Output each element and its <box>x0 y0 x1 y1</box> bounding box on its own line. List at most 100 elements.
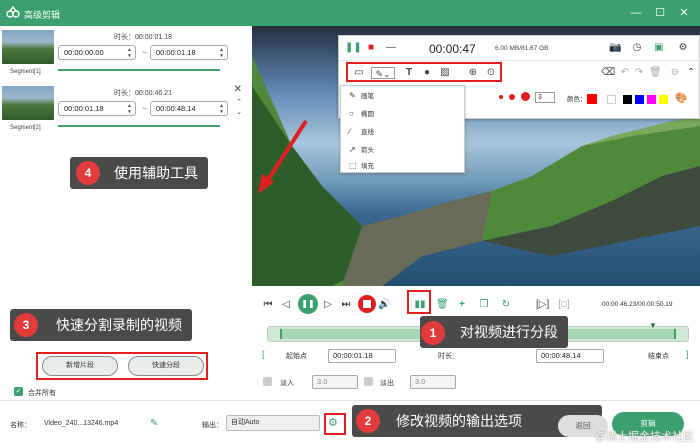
menu-item-ellipse[interactable]: ○ 椭圆 <box>349 108 374 118</box>
copy-icon[interactable]: ❐ <box>478 299 490 311</box>
annotation-number-1: 1 <box>421 321 445 345</box>
stepper-icon[interactable]: ▲ ▼ <box>127 103 132 115</box>
maximize-button[interactable]: ☐ <box>652 5 668 21</box>
menu-item-pen[interactable]: ✎ 画笔 <box>349 90 374 100</box>
volume-icon[interactable]: 🔊 <box>378 299 390 311</box>
menu-item-fill[interactable]: ⬚ 填充 <box>349 160 374 170</box>
segment-item[interactable]: Segment[2] 时长：00:00:46.21 00:00:01.18 ▲ ▼ … <box>0 84 252 140</box>
start-bracket-icon: [ <box>262 349 265 359</box>
fade-in-input[interactable]: 3.0 <box>312 375 358 389</box>
annotation-highlight-tools <box>346 62 502 82</box>
pause-button[interactable]: ❚❚ <box>298 294 318 314</box>
stop-button[interactable] <box>358 295 376 313</box>
clock-icon[interactable]: ◷ <box>631 42 643 54</box>
color-swatch[interactable] <box>623 95 632 104</box>
playhead-icon[interactable]: ▼ <box>649 321 657 330</box>
close-button[interactable]: ✕ <box>676 5 692 21</box>
duration-input[interactable]: 00:00:48.14 <box>536 349 604 363</box>
fade-in-label: 淡入 <box>280 380 294 387</box>
fade-in-checkbox[interactable] <box>263 377 272 386</box>
move-down-icon[interactable]: ⌄ <box>236 108 242 116</box>
title-bar: 高级剪辑 — ☐ ✕ <box>0 0 700 26</box>
end-bracket-icon: ] <box>686 349 689 359</box>
segment-end-input[interactable]: 00:00:48.14 ▲ ▼ <box>150 101 228 116</box>
delete-icon[interactable]: 🗑 <box>649 67 662 79</box>
end-point-label[interactable]: 结束点 <box>648 351 669 361</box>
menu-item-line[interactable]: ∕ 直线 <box>349 126 374 136</box>
pause-icon[interactable]: ❚❚ <box>345 42 362 54</box>
expand-icon[interactable]: ⌃ <box>685 67 697 79</box>
toolbox-icon[interactable]: ▣ <box>653 42 665 54</box>
camera-icon[interactable]: 📷 <box>609 42 621 54</box>
move-up-icon[interactable]: ⌃ <box>236 98 242 106</box>
draw-tool-menu: ✎ 画笔 ○ 椭圆 ∕ 直线 ↗ 箭头 ⬚ 填充 <box>340 85 465 173</box>
start-point-input[interactable]: 00:00:01.18 <box>328 349 396 363</box>
stepper-icon[interactable]: ▲ ▼ <box>219 47 224 59</box>
segment-start-input[interactable]: 00:00:00.00 ▲ ▼ <box>58 45 136 60</box>
color-swatch[interactable] <box>659 95 668 104</box>
divider <box>339 60 700 61</box>
merge-all-checkbox[interactable]: ✓ <box>14 387 23 396</box>
menu-item-arrow[interactable]: ↗ 箭头 <box>349 144 374 154</box>
output-settings-highlight <box>324 413 346 435</box>
undo-icon[interactable]: ↶ <box>619 67 631 79</box>
step-forward-icon[interactable]: ▷ <box>322 299 334 311</box>
record-timer: 00:00:47 <box>429 42 476 56</box>
color-swatch[interactable] <box>635 95 644 104</box>
segment-item[interactable]: Segment[1] 时长：00:00:01.18 00:00:00.00 ▲ ▼ … <box>0 28 252 84</box>
palette-icon[interactable]: 🎨 <box>675 93 687 105</box>
playback-time: 00:00:46.23/00:00:50.19 <box>602 301 673 308</box>
size-dot-medium-icon[interactable] <box>509 94 515 100</box>
step-back-icon[interactable]: ◁ <box>280 299 292 311</box>
color-swatch[interactable] <box>647 95 656 104</box>
segment-thumbnail <box>2 30 54 64</box>
skip-start-icon[interactable]: ⏮ <box>262 299 274 311</box>
color-swatch[interactable] <box>607 95 616 104</box>
segment-progress <box>58 69 220 71</box>
minimize-toolbar-icon[interactable]: — <box>385 42 397 54</box>
segment-duration: 时长：00:00:46.21 <box>114 90 172 97</box>
fade-out-label: 淡出 <box>380 380 394 387</box>
stepper-icon[interactable]: ▲ ▼ <box>219 103 224 115</box>
clear-icon[interactable]: ⊖ <box>669 67 681 79</box>
redo-icon[interactable]: ↷ <box>633 67 645 79</box>
start-point-label[interactable]: 起始点 <box>286 351 307 361</box>
range-separator: ~ <box>142 104 147 113</box>
delete-segment-icon[interactable]: ✕ <box>234 84 242 95</box>
split-button-highlight <box>407 290 431 314</box>
add-icon[interactable]: + <box>456 299 468 311</box>
trash-icon[interactable]: 🗑 <box>436 299 449 311</box>
segment-end-input[interactable]: 00:00:01.18 ▲ ▼ <box>150 45 228 60</box>
refresh-icon[interactable]: ↻ <box>500 299 512 311</box>
output-select[interactable]: 自动Auto <box>226 415 320 431</box>
fade-out-checkbox[interactable] <box>364 377 373 386</box>
segment-start-input[interactable]: 00:00:01.18 ▲ ▼ <box>58 101 136 116</box>
duration-label: 时长： <box>438 353 459 360</box>
edit-name-icon[interactable]: ✎ <box>150 418 158 429</box>
record-size: 6.00 MB/81.67 GB <box>495 45 549 52</box>
eraser-icon[interactable]: ⌫ <box>601 67 615 79</box>
app-logo-icon <box>6 6 20 18</box>
settings-icon[interactable]: ⚙ <box>677 42 689 54</box>
stroke-size-input[interactable]: 3 <box>535 92 555 103</box>
color-swatch-current[interactable] <box>587 94 597 104</box>
file-name: Video_240...13246.mp4 <box>44 420 119 427</box>
skip-end-icon[interactable]: ⏭ <box>340 299 352 311</box>
quick-split-button[interactable]: 快速分段 <box>128 356 204 376</box>
output-label: 输出： <box>202 422 223 429</box>
segment-progress <box>58 125 220 127</box>
stepper-icon[interactable]: ▲ ▼ <box>127 47 132 59</box>
size-dot-large-icon[interactable] <box>521 92 530 101</box>
annotation-number-3: 3 <box>14 313 38 337</box>
trim-left-icon[interactable]: [▷] <box>536 299 549 311</box>
fade-out-input[interactable]: 3.0 <box>410 375 456 389</box>
new-segment-button[interactable]: 新增片段 <box>42 356 118 376</box>
size-dot-small-icon[interactable] <box>499 95 503 99</box>
minimize-button[interactable]: — <box>628 5 644 21</box>
window-title: 高级剪辑 <box>24 10 61 20</box>
color-label: 颜色： <box>567 96 587 103</box>
annotation-number-2: 2 <box>356 409 380 433</box>
trim-right-icon[interactable]: [□] <box>558 299 570 311</box>
stop-icon[interactable]: ■ <box>365 42 377 54</box>
name-label: 名称： <box>10 422 31 429</box>
